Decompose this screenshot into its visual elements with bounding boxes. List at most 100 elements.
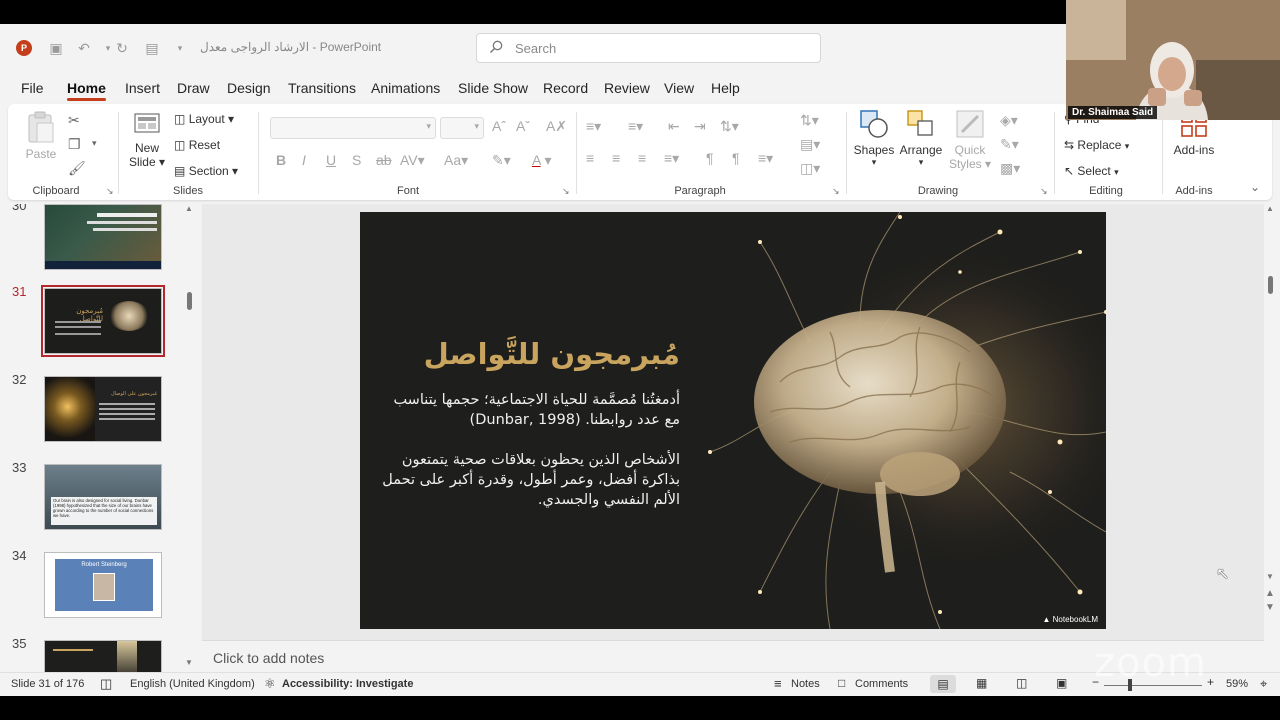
- search-box[interactable]: [476, 33, 821, 63]
- customize-toolbar-icon[interactable]: ▾: [170, 38, 190, 58]
- shape-effects-icon[interactable]: ▩▾: [1000, 160, 1020, 177]
- numbering-icon[interactable]: ≡▾: [628, 118, 643, 135]
- quick-styles-button[interactable]: Quick Styles ▾: [948, 108, 992, 171]
- slide-thumbnail-32[interactable]: مُبرمجون على الوصال: [44, 376, 162, 442]
- scroll-up-arrow-icon[interactable]: ▲: [1266, 204, 1274, 213]
- columns-icon[interactable]: ≡▾: [758, 150, 773, 167]
- thumbnails-scrollbar[interactable]: ▲ ▼: [184, 204, 196, 667]
- change-case-icon[interactable]: Aa▾: [444, 152, 468, 169]
- line-spacing-icon[interactable]: ⇅▾: [720, 118, 739, 135]
- shapes-dropdown-icon[interactable]: ▾: [852, 157, 896, 168]
- tab-draw[interactable]: Draw: [177, 80, 210, 96]
- language-status[interactable]: English (United Kingdom): [130, 678, 255, 690]
- comments-toggle[interactable]: Comments: [855, 678, 908, 690]
- shape-fill-icon[interactable]: ◈▾: [1000, 112, 1018, 129]
- current-slide[interactable]: مُبرمجون للتَّواصل أدمغتُنا مُصمَّمة للح…: [360, 212, 1106, 629]
- increase-indent-icon[interactable]: ⇥: [694, 118, 706, 135]
- spelling-check-icon[interactable]: ◫: [100, 676, 112, 692]
- slide-show-icon[interactable]: ▣: [1056, 676, 1067, 690]
- bullets-icon[interactable]: ≡▾: [586, 118, 601, 135]
- paste-button[interactable]: Paste: [22, 110, 60, 161]
- tab-help[interactable]: Help: [711, 80, 740, 96]
- underline-icon[interactable]: U: [326, 152, 336, 168]
- format-painter-icon[interactable]: 🖌: [68, 160, 86, 177]
- replace-button[interactable]: ⇆ Replace ▾: [1064, 138, 1129, 152]
- redo-icon[interactable]: ↻: [112, 38, 132, 58]
- slide-thumbnail-30[interactable]: [44, 204, 162, 270]
- tab-review[interactable]: Review: [604, 80, 650, 96]
- scroll-thumb[interactable]: [1268, 276, 1273, 294]
- tab-slide-show[interactable]: Slide Show: [458, 80, 528, 96]
- shadow-icon[interactable]: S: [352, 152, 361, 168]
- tab-file[interactable]: File: [21, 80, 44, 96]
- align-center-icon[interactable]: ≡: [612, 150, 620, 166]
- collapse-ribbon-icon[interactable]: ⌄: [1250, 180, 1260, 194]
- copy-icon[interactable]: ❐: [68, 136, 81, 153]
- tab-view[interactable]: View: [664, 80, 694, 96]
- font-family-dropdown-icon[interactable]: ▾: [426, 121, 431, 132]
- zoom-level[interactable]: 59%: [1226, 678, 1248, 690]
- notes-placeholder[interactable]: Click to add notes: [213, 650, 324, 666]
- accessibility-status[interactable]: Accessibility: Investigate: [282, 678, 413, 690]
- select-button[interactable]: ↖ Select ▾: [1064, 164, 1119, 178]
- reset-button[interactable]: ◫ Reset: [174, 138, 220, 152]
- normal-view-icon[interactable]: ▤: [930, 675, 956, 693]
- slide-thumbnail-31[interactable]: مُبرمجون للتَّواصل: [41, 285, 165, 357]
- scroll-down-arrow-icon[interactable]: ▼: [1266, 572, 1274, 581]
- tab-record[interactable]: Record: [543, 80, 588, 96]
- notes-toggle[interactable]: Notes: [791, 678, 820, 690]
- comments-icon[interactable]: □: [838, 676, 845, 690]
- font-family-combo[interactable]: ▾: [270, 117, 436, 139]
- decrease-indent-icon[interactable]: ⇤: [668, 118, 680, 135]
- slide-title[interactable]: مُبرمجون للتَّواصل: [424, 337, 680, 371]
- cut-icon[interactable]: ✂: [68, 112, 80, 129]
- slide-scrollbar[interactable]: ▲ ▼ ▲ ▼: [1264, 200, 1278, 650]
- zoom-in-icon[interactable]: +: [1207, 675, 1214, 689]
- fit-to-window-icon[interactable]: ⌖: [1260, 676, 1267, 692]
- slide-sorter-icon[interactable]: ▦: [976, 676, 987, 690]
- ltr-icon[interactable]: ¶: [706, 150, 714, 166]
- new-slide-button[interactable]: New Slide ▾: [126, 108, 168, 169]
- scroll-down-arrow-icon[interactable]: ▼: [185, 658, 193, 667]
- decrease-font-icon[interactable]: Aˇ: [516, 118, 530, 134]
- tab-design[interactable]: Design: [227, 80, 271, 96]
- arrange-button[interactable]: Arrange ▾: [898, 108, 944, 168]
- shape-outline-icon[interactable]: ✎▾: [1000, 136, 1019, 153]
- character-spacing-icon[interactable]: AV▾: [400, 152, 425, 169]
- text-direction-icon[interactable]: ⇅▾: [800, 112, 819, 129]
- align-left-icon[interactable]: ≡: [586, 150, 594, 166]
- align-right-icon[interactable]: ≡: [638, 150, 646, 166]
- save-icon[interactable]: ▣: [46, 38, 66, 58]
- shapes-button[interactable]: Shapes ▾: [852, 108, 896, 168]
- strikethrough-icon[interactable]: ab: [376, 152, 392, 168]
- font-size-dropdown-icon[interactable]: ▾: [474, 121, 479, 132]
- slide-thumbnail-33[interactable]: Our brain is also designed for social li…: [44, 464, 162, 530]
- scroll-up-arrow-icon[interactable]: ▲: [185, 204, 193, 213]
- accessibility-icon[interactable]: ⚛: [264, 676, 276, 692]
- smartart-icon[interactable]: ◫▾: [800, 160, 820, 177]
- slide-thumbnail-35[interactable]: [44, 640, 162, 674]
- layout-button[interactable]: ◫ Layout ▾: [174, 112, 234, 126]
- reading-view-icon[interactable]: ◫: [1016, 676, 1027, 690]
- align-text-icon[interactable]: ▤▾: [800, 136, 820, 153]
- copy-dropdown-icon[interactable]: ▾: [92, 138, 97, 149]
- slide-thumbnail-34[interactable]: Robert Steinberg: [44, 552, 162, 618]
- paragraph-launcher-icon[interactable]: ↘: [832, 186, 840, 197]
- clear-formatting-icon[interactable]: A✗: [546, 118, 567, 135]
- font-launcher-icon[interactable]: ↘: [562, 186, 570, 197]
- section-button[interactable]: ▤ Section ▾: [174, 164, 238, 178]
- search-input[interactable]: [515, 40, 795, 56]
- previous-slide-icon[interactable]: ▲: [1265, 588, 1275, 599]
- drawing-launcher-icon[interactable]: ↘: [1040, 186, 1048, 197]
- slide-paragraph-2[interactable]: الأشخاص الذين يحظون بعلاقات صحية يتمتعون…: [380, 450, 680, 510]
- arrange-dropdown-icon[interactable]: ▾: [898, 157, 944, 168]
- font-size-combo[interactable]: ▾: [440, 117, 484, 139]
- clipboard-launcher-icon[interactable]: ↘: [106, 186, 114, 197]
- undo-icon[interactable]: ↶: [74, 38, 94, 58]
- scroll-thumb[interactable]: [187, 292, 192, 310]
- present-icon[interactable]: ▤: [142, 38, 162, 58]
- tab-transitions[interactable]: Transitions: [288, 80, 356, 96]
- font-color-icon[interactable]: A ▾: [532, 152, 552, 169]
- tab-home[interactable]: Home: [67, 80, 106, 101]
- next-slide-icon[interactable]: ▼: [1265, 602, 1275, 613]
